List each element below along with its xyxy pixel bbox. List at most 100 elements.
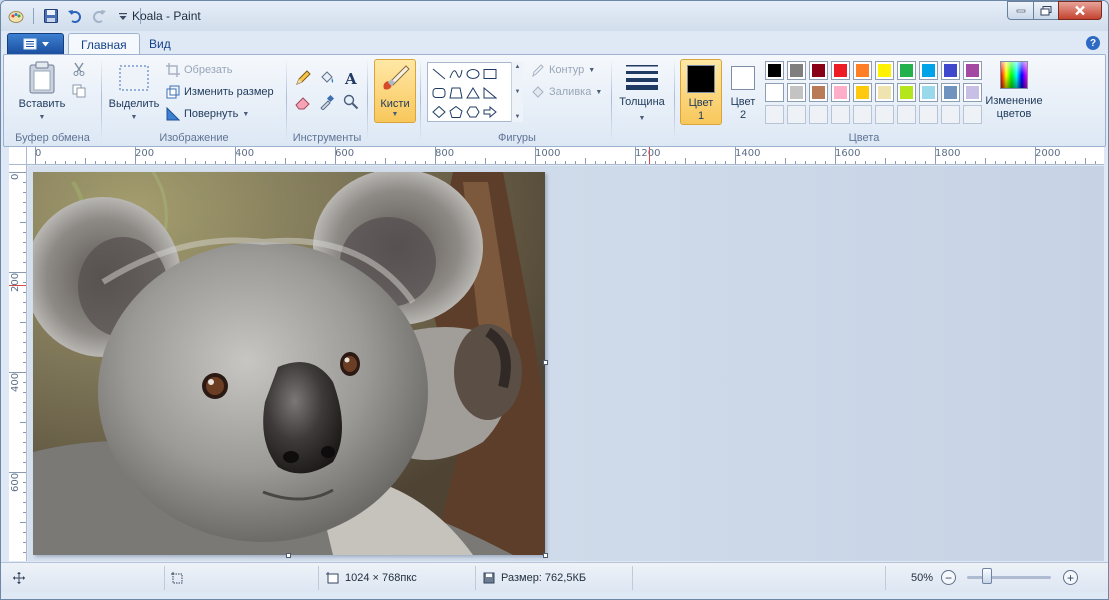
palette-swatch[interactable] [919,61,938,80]
edit-colors-button[interactable]: Изменение цветов [982,61,1046,121]
ruler-tick [215,161,216,164]
outline-button[interactable]: Контур ▼ [531,63,595,77]
oval-shape-icon[interactable] [464,64,481,83]
rectangle-shape-icon[interactable] [481,64,498,83]
tab-view[interactable]: Вид [137,33,183,55]
palette-swatch[interactable] [963,61,982,80]
palette-swatch[interactable] [787,83,806,102]
color1-button[interactable]: Цвет 1 [680,59,722,125]
eraser-icon[interactable] [292,91,314,113]
palette-swatch[interactable] [853,83,872,102]
palette-swatch[interactable] [963,83,982,102]
polygon-shape-icon[interactable] [447,83,464,102]
color-picker-icon[interactable] [316,91,338,113]
resize-handle-corner[interactable] [543,553,548,558]
fill-button[interactable]: Заливка ▼ [531,85,602,99]
koala-image-canvas[interactable] [33,172,545,555]
palette-swatch[interactable] [809,61,828,80]
zoom-out-button[interactable]: − [941,570,956,585]
resize-handle-bottom[interactable] [286,553,291,558]
palette-swatch[interactable] [787,61,806,80]
rounded-rectangle-shape-icon[interactable] [430,83,447,102]
curve-shape-icon[interactable] [447,64,464,83]
palette-custom-slot[interactable] [941,105,960,124]
pentagon-shape-icon[interactable] [447,102,464,121]
palette-swatch[interactable] [875,83,894,102]
palette-swatch[interactable] [765,83,784,102]
chevron-up-icon[interactable]: ▲ [515,64,521,70]
paste-button[interactable]: Вставить ▼ [14,61,70,124]
arrow-shape-icon[interactable] [481,102,498,121]
undo-icon[interactable] [66,7,84,25]
close-button[interactable] [1058,1,1102,20]
text-icon[interactable]: A [340,67,362,89]
palette-custom-slot[interactable] [875,105,894,124]
ruler-tick [755,161,756,164]
crop-button[interactable]: Обрезать [166,63,233,77]
customize-qat-icon[interactable] [114,7,132,25]
fill-icon[interactable] [316,67,338,89]
palette-swatch[interactable] [831,83,850,102]
size-button[interactable]: Толщина ▼ [614,63,670,125]
palette-swatch[interactable] [831,61,850,80]
rotate-button[interactable]: Повернуть ▼ [166,107,249,121]
palette-custom-slot[interactable] [919,105,938,124]
line-shape-icon[interactable] [430,64,447,83]
pencil-icon[interactable] [292,67,314,89]
zoom-slider-track[interactable] [967,576,1051,579]
copy-button[interactable] [72,84,86,98]
color2-button[interactable]: Цвет 2 [722,59,764,125]
ruler-tick [305,161,306,164]
palette-custom-slot[interactable] [831,105,850,124]
color1-label-line2: 1 [697,110,705,122]
brushes-button[interactable]: Кисти ▼ [374,59,416,123]
select-button[interactable]: Выделить ▼ [104,64,164,124]
palette-swatch[interactable] [919,83,938,102]
zoom-in-button[interactable]: + [1063,570,1078,585]
triangle-shape-icon[interactable] [464,83,481,102]
ruler-tick [23,302,26,303]
ruler-tick [615,161,616,164]
canvas-workspace[interactable] [28,166,1104,561]
cut-button[interactable] [72,62,86,76]
hexagon-shape-icon[interactable] [464,102,481,121]
right-triangle-shape-icon[interactable] [481,83,498,102]
ruler-tick [23,242,26,243]
palette-custom-slot[interactable] [897,105,916,124]
palette-swatch[interactable] [941,61,960,80]
tab-home[interactable]: Главная [68,33,140,55]
shapes-gallery-scroll[interactable]: ▲ ▼ ▼ [511,62,523,122]
application-menu-button[interactable] [7,33,64,55]
palette-custom-slot[interactable] [853,105,872,124]
palette-swatch[interactable] [809,83,828,102]
ruler-tick [495,161,496,164]
palette-custom-slot[interactable] [963,105,982,124]
diamond-shape-icon[interactable] [430,102,447,121]
palette-swatch[interactable] [765,61,784,80]
palette-swatch[interactable] [853,61,872,80]
ruler-tick [935,147,936,164]
ruler-tick [23,362,26,363]
save-icon[interactable] [42,7,60,25]
palette-swatch[interactable] [897,83,916,102]
edit-colors-label-line2: цветов [996,108,1032,120]
magnifier-icon[interactable] [340,91,362,113]
ruler-tick [975,161,976,164]
resize-button[interactable]: Изменить размер [166,85,274,99]
palette-swatch[interactable] [897,61,916,80]
palette-custom-slot[interactable] [765,105,784,124]
palette-custom-slot[interactable] [809,105,828,124]
help-icon[interactable]: ? [1086,36,1100,50]
zoom-slider-thumb[interactable] [982,568,992,584]
redo-icon[interactable] [90,7,108,25]
restore-button[interactable] [1033,1,1058,20]
chevron-down-icon[interactable]: ▼ [515,89,521,95]
paint-app-icon[interactable] [7,7,25,25]
minimize-button[interactable] [1007,1,1033,20]
resize-handle-right[interactable] [543,360,548,365]
palette-custom-slot[interactable] [787,105,806,124]
gallery-expand-icon[interactable]: ▼ [515,114,521,120]
ruler-tick [23,332,26,333]
palette-swatch[interactable] [875,61,894,80]
palette-swatch[interactable] [941,83,960,102]
